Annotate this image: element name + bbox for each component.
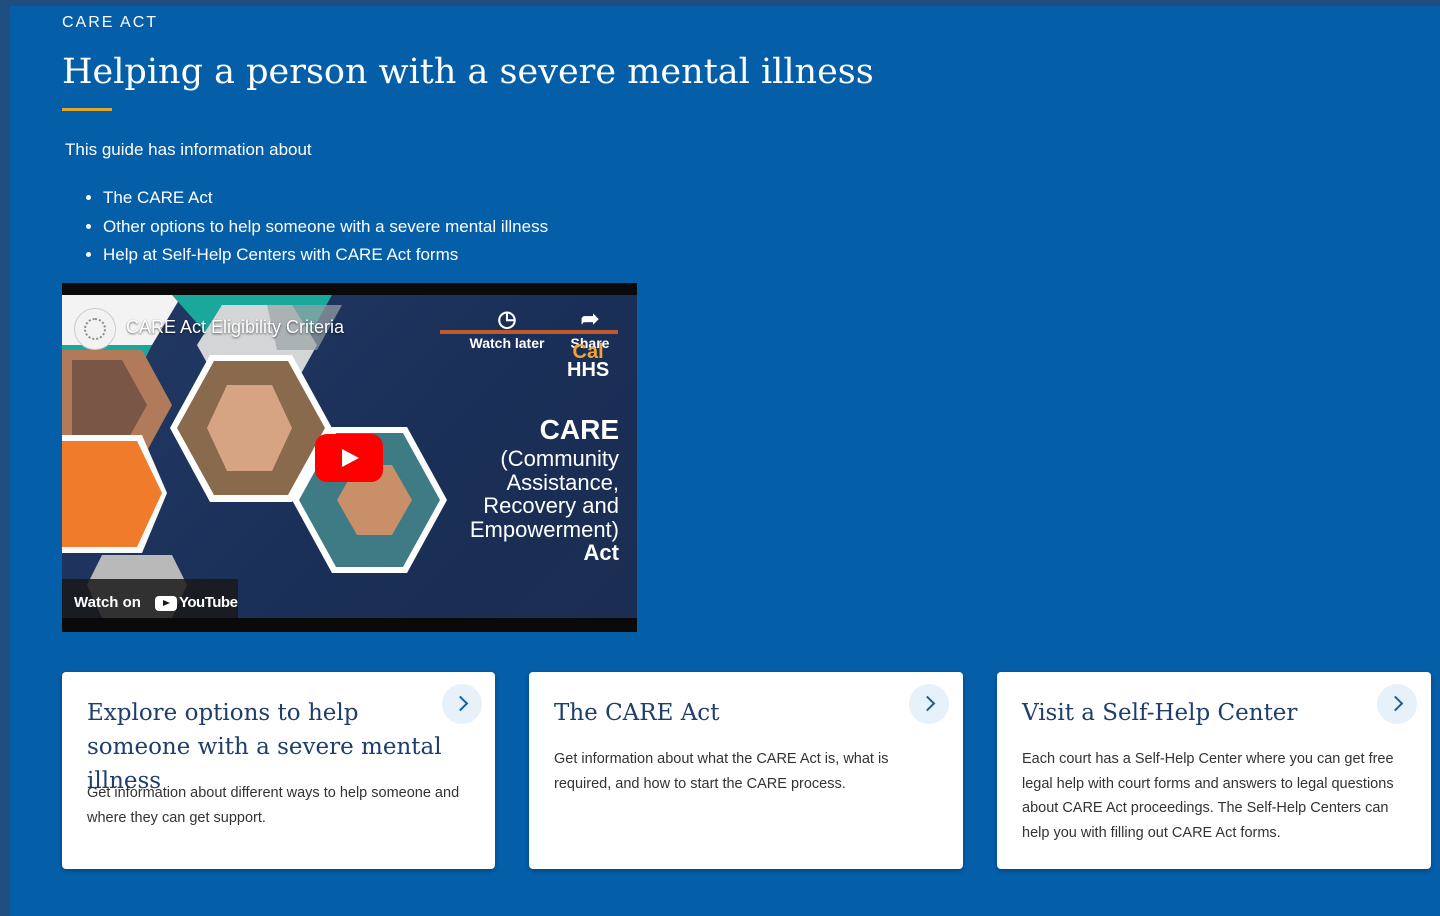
card-description: Get information about different ways to … [87, 785, 460, 826]
care-act-word: Act [583, 540, 619, 565]
channel-logo-icon[interactable] [74, 308, 116, 350]
page-title: Helping a person with a severe mental il… [62, 52, 874, 92]
list-item: Help at Self-Help Centers with CARE Act … [103, 241, 548, 270]
clock-icon: ◷ [497, 306, 517, 331]
intro-text: This guide has information about [65, 140, 312, 159]
topic-list: The CARE Act Other options to help someo… [65, 184, 548, 270]
youtube-logo-icon [155, 596, 177, 611]
watch-later-button[interactable]: ◷ Watch later [462, 306, 552, 352]
care-line: Recovery and [483, 493, 619, 518]
care-line: Empowerment) [469, 516, 619, 542]
main-content: CARE ACT Helping a person with a severe … [10, 6, 1440, 916]
card-title[interactable]: The CARE Act [554, 696, 719, 730]
video-title[interactable]: CARE Act Eligibility Criteria [126, 317, 344, 338]
section-eyebrow: CARE ACT [62, 14, 159, 31]
chevron-right-icon[interactable] [1377, 684, 1417, 724]
card-care-act[interactable]: The CARE Act Get information about what … [529, 672, 963, 869]
watch-on-label: Watch on [74, 594, 141, 611]
watch-on-youtube-button[interactable]: Watch on YouTube [62, 579, 238, 618]
care-act-title-card: CARE (Community Assistance, Recovery and… [470, 413, 619, 565]
list-item: Other options to help someone with a sev… [103, 213, 548, 242]
youtube-video-embed[interactable]: CARE Act Eligibility Criteria ◷ Watch la… [62, 283, 637, 632]
card-explore-options[interactable]: Explore options to help someone with a s… [62, 672, 495, 869]
card-title[interactable]: Visit a Self-Help Center [1022, 696, 1297, 730]
chevron-right-icon[interactable] [909, 684, 949, 724]
youtube-wordmark: YouTube [179, 594, 238, 611]
card-self-help-center[interactable]: Visit a Self-Help Center Each court has … [997, 672, 1431, 869]
title-underline [62, 108, 112, 111]
video-thumbnail[interactable]: CARE Act Eligibility Criteria ◷ Watch la… [62, 295, 637, 618]
play-button[interactable] [315, 434, 383, 482]
card-description: Each court has a Self-Help Center where … [1022, 751, 1394, 841]
care-line: (Community [500, 446, 619, 471]
list-item: The CARE Act [103, 184, 548, 213]
share-arrow-icon: ➦ [580, 306, 600, 331]
calhhs-logo: Cal HHS [567, 341, 610, 381]
chevron-right-icon[interactable] [442, 684, 482, 724]
watch-later-label: Watch later [469, 335, 545, 351]
care-heading: CARE [539, 414, 619, 445]
care-line: Assistance, [506, 469, 620, 495]
card-description: Get information about what the CARE Act … [554, 751, 889, 792]
